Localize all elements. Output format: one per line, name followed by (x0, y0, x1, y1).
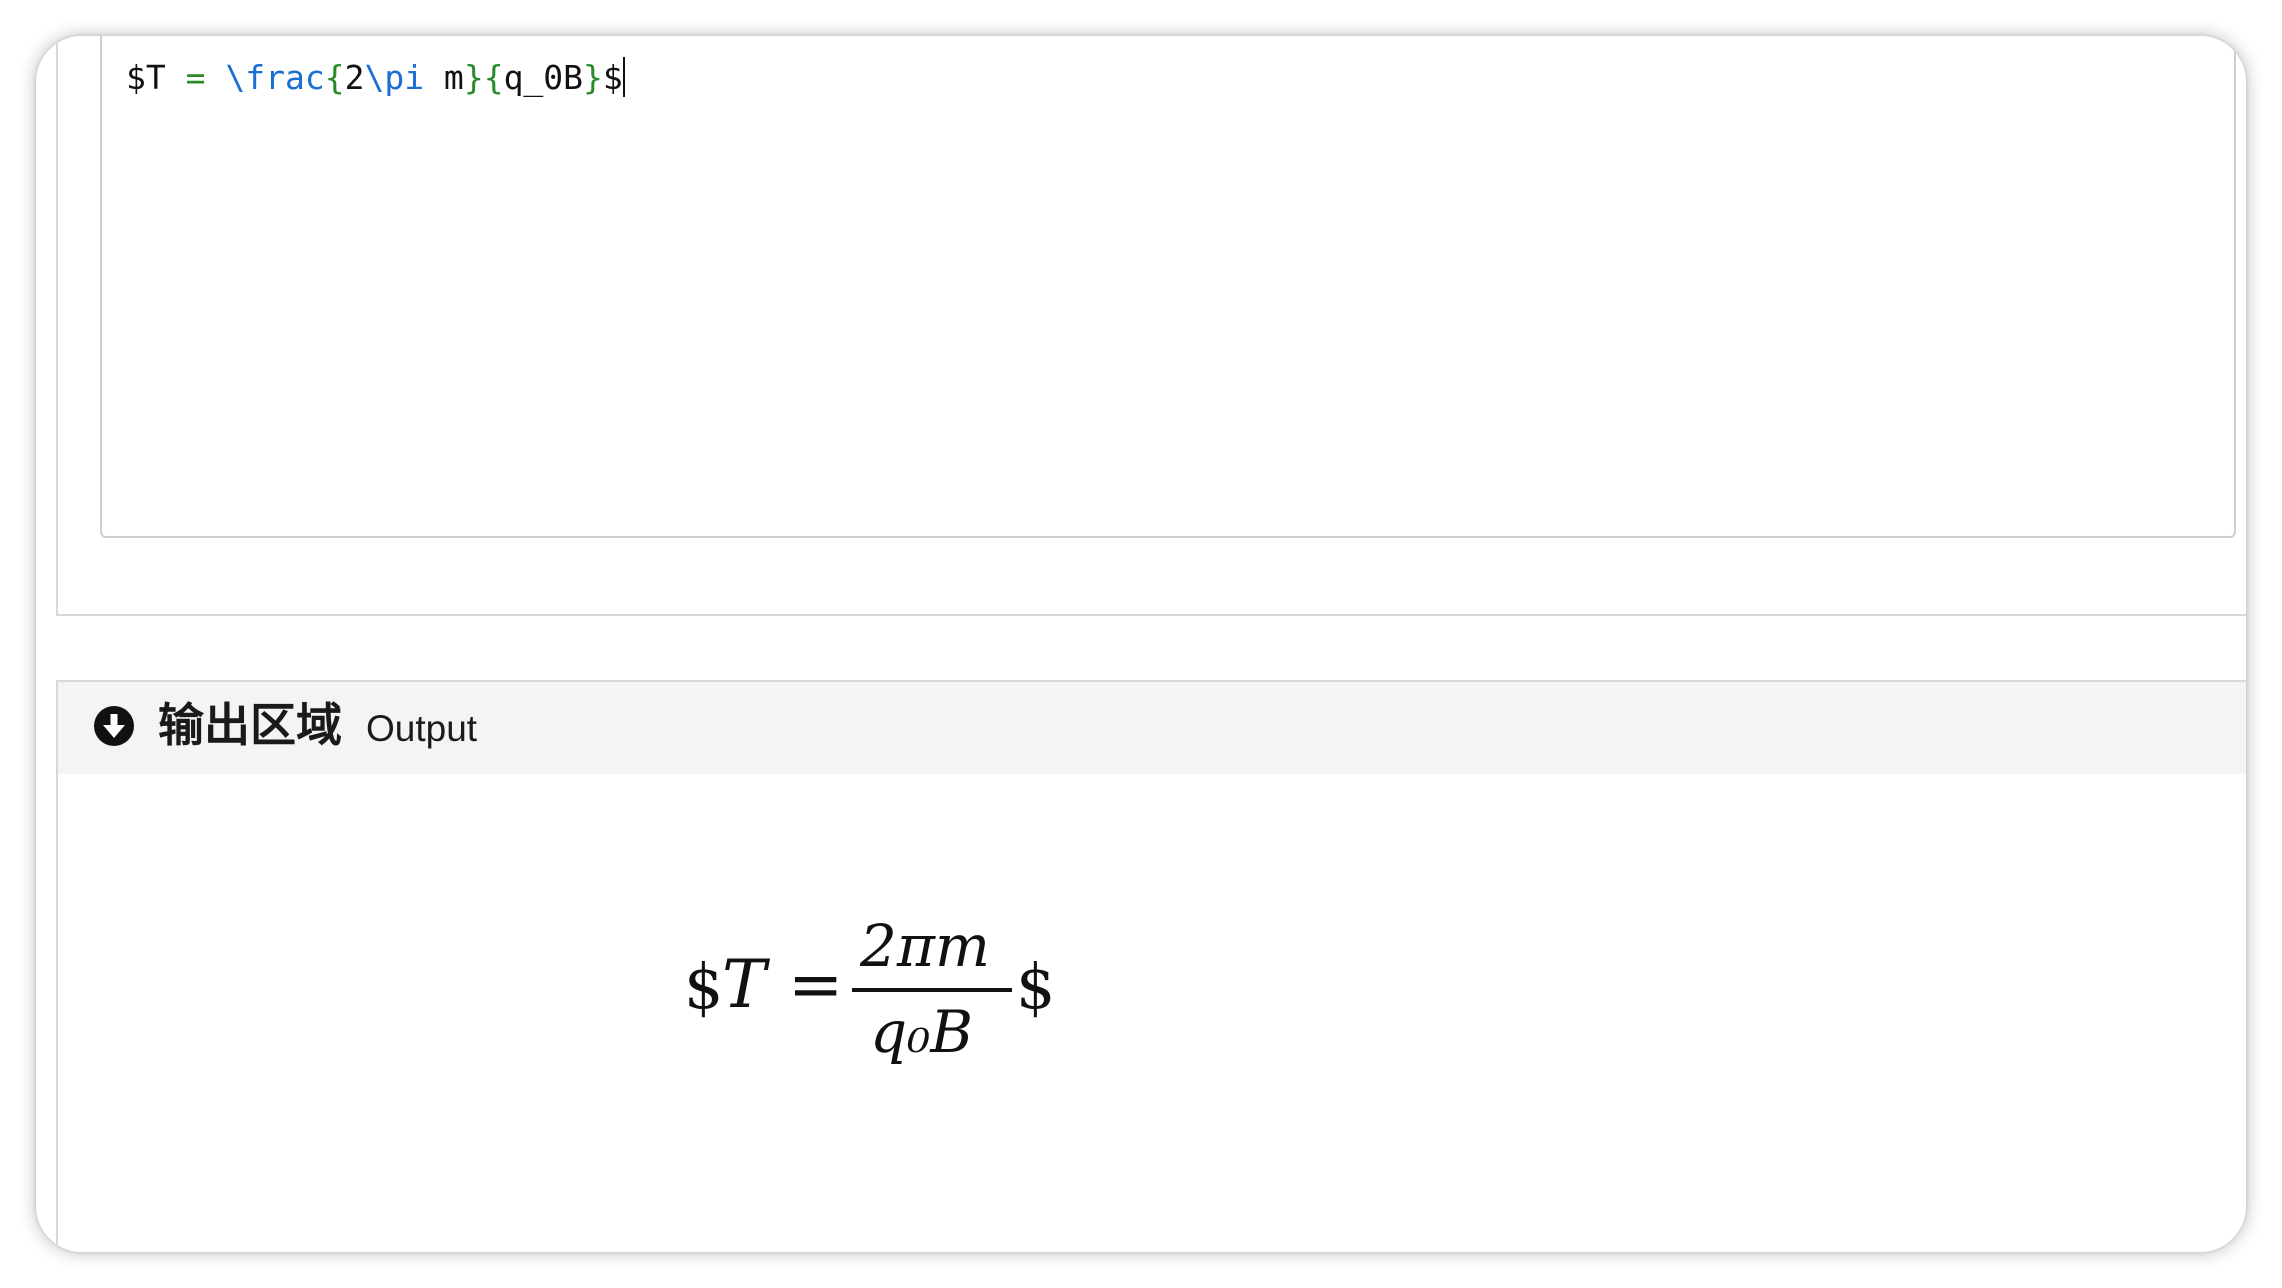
formula-equals: = (788, 946, 844, 1023)
code-token: $ (602, 58, 623, 97)
formula-open-dollar: $ (684, 950, 724, 1023)
code-token: $T (126, 58, 186, 97)
code-token-brace: } (463, 58, 484, 97)
formula-numerator: 2πm (860, 912, 991, 980)
rendered-formula: $ T = 2πm q₀B $ (684, 892, 1484, 1092)
code-token-command: \pi (364, 58, 425, 97)
code-token-brace: } (583, 58, 603, 97)
code-token: 2 (344, 58, 365, 97)
output-header[interactable]: 输出区域 Output (58, 682, 2246, 774)
code-token-brace: { (483, 58, 504, 97)
formula-denominator: q₀B (870, 998, 974, 1066)
code-token: m (424, 58, 464, 97)
code-line[interactable]: $T = \frac{2\pi m}{q_0B}$ (126, 54, 625, 102)
code-token-command: \frac (225, 58, 325, 97)
formula-close-dollar: $ (1016, 950, 1056, 1023)
text-caret (622, 57, 625, 97)
code-token-operator: = (185, 58, 206, 97)
fraction-bar (852, 988, 1012, 992)
output-panel: 输出区域 Output $ T = 2πm q₀B $ (56, 680, 2246, 1252)
latex-editor[interactable]: $T = \frac{2\pi m}{q_0B}$ (100, 36, 2236, 538)
output-title: 输出区域 (158, 699, 342, 751)
arrow-circle-down-icon[interactable] (93, 705, 135, 747)
output-subtitle: Output (366, 708, 478, 749)
input-panel: $T = \frac{2\pi m}{q_0B}$ (56, 36, 2246, 616)
code-token: q_0B (503, 58, 584, 97)
app-window: $T = \frac{2\pi m}{q_0B}$ 输出区域 Output $ … (36, 36, 2246, 1252)
formula-lhs: T (722, 946, 767, 1023)
code-token-brace: { (324, 58, 345, 97)
